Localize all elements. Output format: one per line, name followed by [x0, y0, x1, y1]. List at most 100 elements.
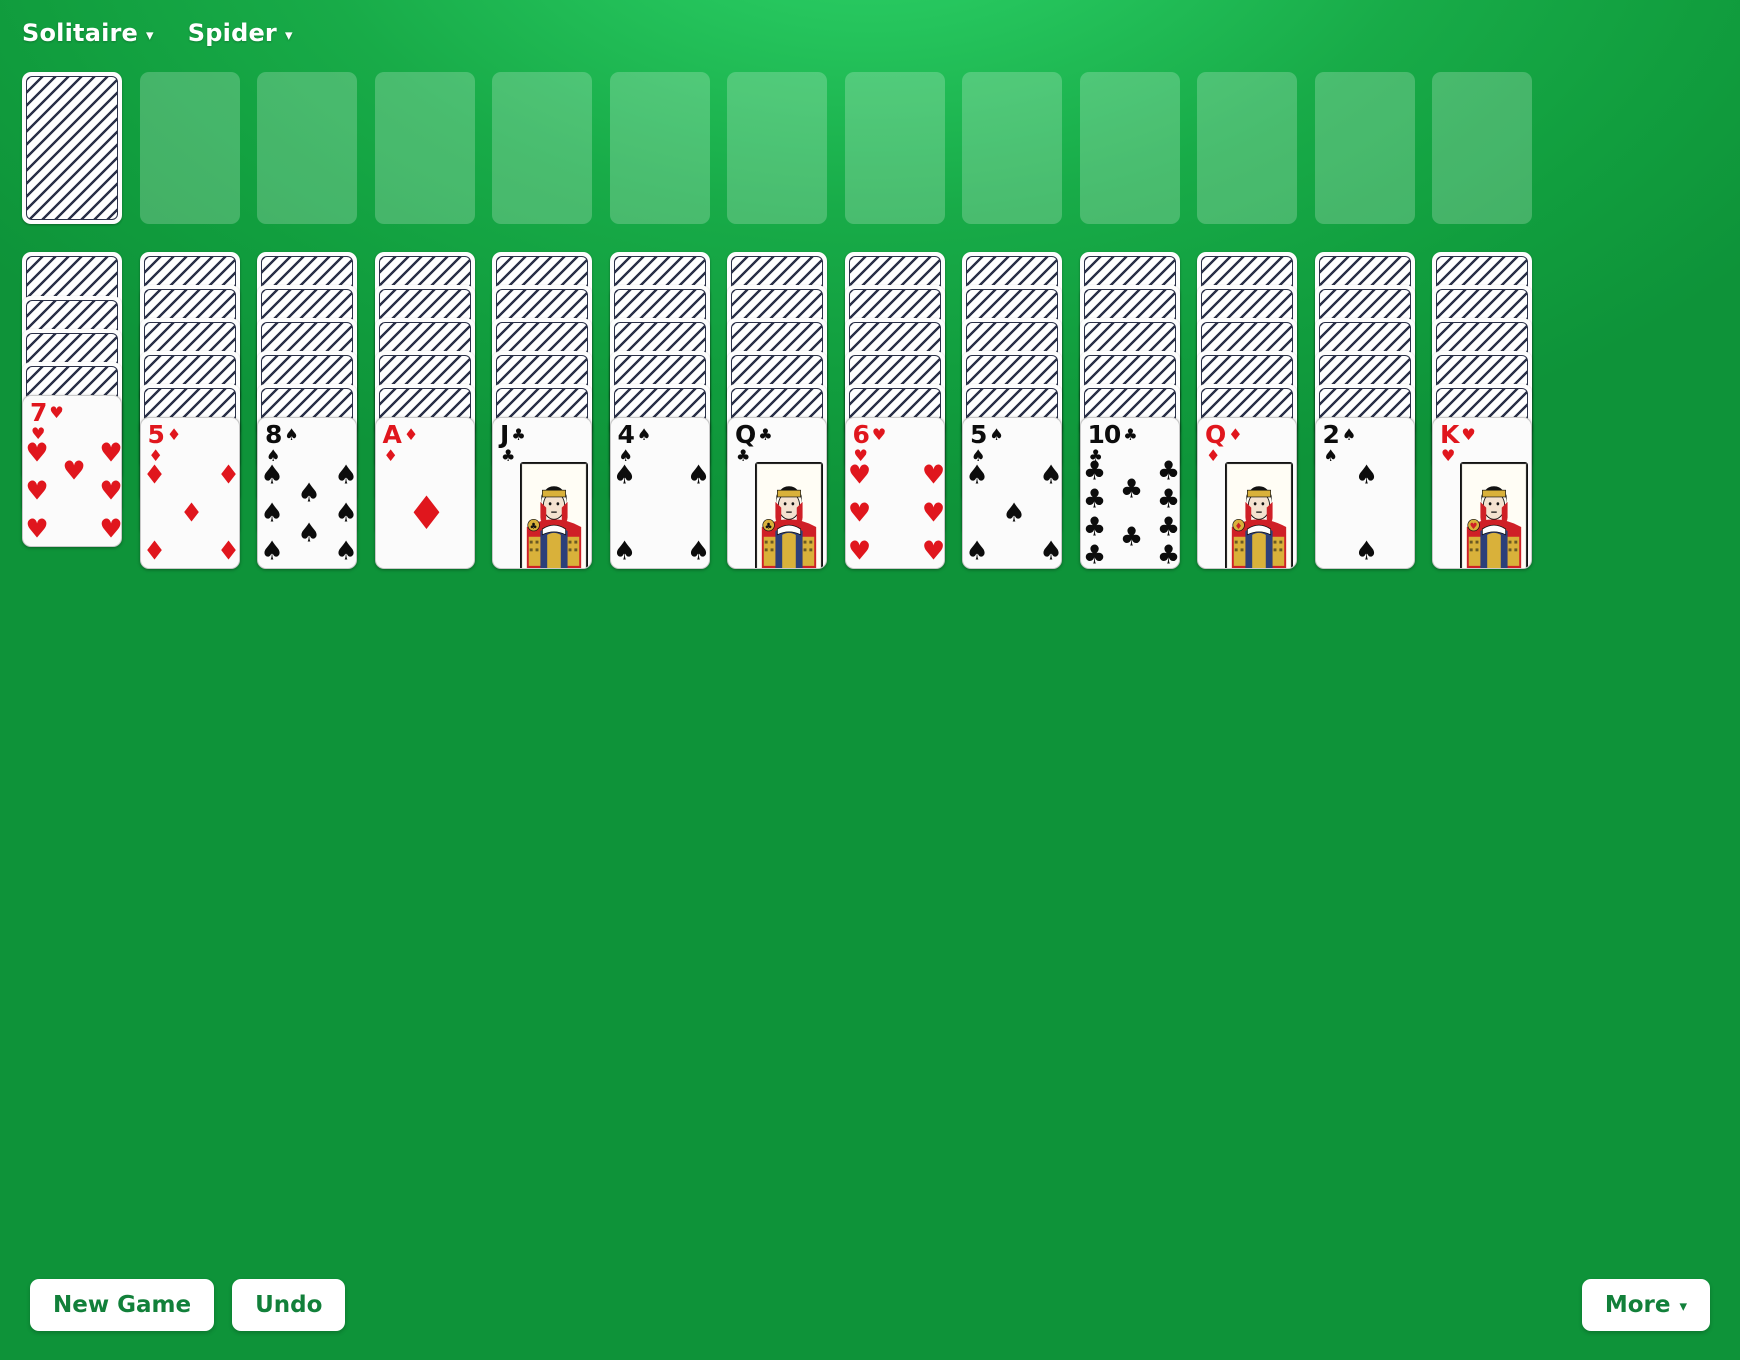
spades-pip-icon: ♠ — [1039, 536, 1062, 567]
spades-pip-icon: ♠ — [334, 459, 357, 490]
foundation-slot-4[interactable] — [492, 72, 592, 224]
hearts-pip-icon: ♥ — [921, 536, 945, 567]
card-corner-index: K ♥ ♥ — [1440, 420, 1476, 465]
diamonds-pip-icon: ♦ — [216, 459, 240, 490]
hearts-pip-icon: ♥ — [99, 476, 122, 507]
court-card-illustration: ♣ — [755, 462, 823, 568]
spades-pip-icon: ♠ — [260, 536, 284, 567]
spades-pip-icon: ♠ — [1039, 459, 1062, 490]
face-up-card[interactable]: 4 ♠ ♠ ♠ ♠ ♠ ♠ — [609, 417, 710, 569]
foundation-slot-5[interactable] — [609, 72, 710, 224]
clubs-pip-icon: ♣ — [1082, 484, 1107, 515]
spades-pip-icon: ♠ — [612, 459, 637, 490]
menu-item-spider-label: Spider — [187, 19, 277, 47]
card-pip-field: ♦ ♦ ♦ ♦ ♦ — [141, 418, 239, 568]
spades-pip-icon: ♠ — [965, 536, 989, 567]
new-game-button[interactable]: New Game — [30, 1279, 215, 1331]
spades-pip-icon: ♠ — [260, 498, 284, 529]
face-up-card[interactable]: A ♦ ♦ ♦ — [374, 417, 475, 569]
face-up-card[interactable]: 5 ♦ ♦ ♦ ♦ ♦ ♦ ♦ — [139, 417, 240, 569]
tableau-column-2[interactable]: 5 ♦ ♦ ♦ ♦ ♦ ♦ ♦ — [139, 252, 240, 602]
face-up-card[interactable]: 8 ♠ ♠ ♠ ♠ ♠ ♠ ♠ ♠ ♠ ♠ — [257, 417, 357, 569]
hearts-pip-icon: ♥ — [847, 536, 872, 567]
spades-pip-icon: ♠ — [297, 478, 321, 509]
tableau-column-9[interactable]: 5 ♠ ♠ ♠ ♠ ♠ ♠ ♠ — [962, 252, 1062, 602]
diamonds-pip-icon: ♦ — [216, 536, 240, 567]
spades-pip-icon: ♠ — [297, 518, 321, 549]
clubs-pip-icon: ♣ — [1119, 522, 1144, 553]
clubs-pip-icon: ♣ — [1156, 511, 1180, 542]
tableau-column-10[interactable]: 10 ♣ ♣ ♣ ♣ ♣ ♣ ♣ ♣ ♣ ♣ ♣ ♣ — [1079, 252, 1180, 602]
foundation-slot-9[interactable] — [1079, 72, 1180, 224]
tableau-column-13[interactable]: K ♥ ♥ ♥ — [1432, 252, 1532, 602]
card-pip-field: ♦ — [376, 418, 474, 568]
face-up-card[interactable]: 7 ♥ ♥ ♥ ♥ ♥ ♥ ♥ ♥ ♥ — [22, 395, 122, 547]
foundation-row — [22, 72, 1722, 224]
tableau-column-1[interactable]: 7 ♥ ♥ ♥ ♥ ♥ ♥ ♥ ♥ ♥ — [22, 252, 122, 580]
face-up-card[interactable]: K ♥ ♥ ♥ — [1432, 417, 1532, 569]
clubs-pip-icon: ♣ — [1082, 456, 1107, 487]
menu-item-spider[interactable]: Spider ▾ — [188, 19, 293, 47]
face-up-card[interactable]: 6 ♥ ♥ ♥ ♥ ♥ ♥ ♥ ♥ — [844, 417, 945, 569]
tableau-column-11[interactable]: Q ♦ ♦ ♦ — [1197, 252, 1297, 602]
face-up-card[interactable]: J ♣ ♣ ♣ — [492, 417, 592, 569]
menu-item-solitaire[interactable]: Solitaire ▾ — [22, 19, 154, 47]
card-rank-label: Q — [735, 420, 756, 449]
hearts-icon: ♥ — [1461, 424, 1476, 444]
card-pip-field: ♠ ♠ ♠ ♠ ♠ — [963, 418, 1061, 568]
hearts-pip-icon: ♥ — [847, 459, 872, 490]
tableau: 7 ♥ ♥ ♥ ♥ ♥ ♥ ♥ ♥ ♥ 5 ♦ ♦ ♦ ♦ ♦ ♦ ♦ 8 ♠ ♠ ♠ ♠ ♠ ♠ ♠ ♠ ♠ ♠ A ♦ ♦ ♦ J ♣ ♣ — [22, 252, 1532, 602]
face-up-card[interactable]: 5 ♠ ♠ ♠ ♠ ♠ ♠ ♠ — [962, 417, 1062, 569]
foundation-slot-12[interactable] — [1432, 72, 1532, 224]
tableau-column-5[interactable]: J ♣ ♣ ♣ — [492, 252, 592, 602]
foundation-slot-8[interactable] — [962, 72, 1062, 224]
undo-button[interactable]: Undo — [232, 1279, 346, 1331]
tableau-column-3[interactable]: 8 ♠ ♠ ♠ ♠ ♠ ♠ ♠ ♠ ♠ ♠ — [257, 252, 357, 602]
face-up-card[interactable]: 10 ♣ ♣ ♣ ♣ ♣ ♣ ♣ ♣ ♣ ♣ ♣ ♣ — [1079, 417, 1180, 569]
hearts-pip-icon: ♥ — [921, 498, 945, 529]
face-up-card[interactable]: 2 ♠ ♠ ♠ ♠ — [1314, 417, 1415, 569]
hearts-pip-icon: ♥ — [847, 498, 872, 529]
card-rank-label: K — [1440, 420, 1459, 449]
clubs-pip-icon: ♣ — [1082, 539, 1107, 569]
clubs-icon: ♣ — [501, 446, 516, 465]
foundation-slot-3[interactable] — [374, 72, 475, 224]
hearts-pip-icon: ♥ — [921, 459, 945, 490]
stock-pile[interactable] — [22, 72, 122, 224]
tableau-column-7[interactable]: Q ♣ ♣ ♣ — [727, 252, 827, 602]
diamonds-icon: ♦ — [1206, 446, 1221, 465]
more-button[interactable]: More ▾ — [1581, 1279, 1710, 1331]
foundation-slot-2[interactable] — [257, 72, 357, 224]
foundation-slot-1[interactable] — [139, 72, 240, 224]
new-game-label: New Game — [53, 1292, 192, 1318]
hearts-icon: ♥ — [1441, 446, 1456, 465]
tableau-column-4[interactable]: A ♦ ♦ ♦ — [374, 252, 475, 602]
card-rank-label: J — [500, 420, 509, 449]
face-up-card[interactable]: Q ♦ ♦ ♦ — [1197, 417, 1297, 569]
spades-pip-icon: ♠ — [1354, 459, 1379, 490]
card-pip-field: ♥ ♥ ♥ ♥ ♥ ♥ ♥ — [23, 396, 121, 546]
foundation-slot-11[interactable] — [1314, 72, 1415, 224]
diamonds-pip-icon: ♦ — [142, 459, 167, 490]
foundation-slot-7[interactable] — [844, 72, 945, 224]
svg-text:♣: ♣ — [530, 522, 538, 532]
hearts-pip-icon: ♥ — [99, 437, 122, 468]
tableau-column-6[interactable]: 4 ♠ ♠ ♠ ♠ ♠ ♠ — [609, 252, 710, 602]
tableau-column-8[interactable]: 6 ♥ ♥ ♥ ♥ ♥ ♥ ♥ ♥ — [844, 252, 945, 602]
card-corner-index: J ♣ ♣ — [500, 420, 526, 465]
card-back-pattern — [26, 76, 118, 220]
face-up-card[interactable]: Q ♣ ♣ ♣ — [727, 417, 827, 569]
diamonds-icon: ♦ — [1228, 424, 1243, 444]
clubs-pip-icon: ♣ — [1156, 456, 1180, 487]
foundation-slot-10[interactable] — [1197, 72, 1297, 224]
clubs-pip-icon: ♣ — [1082, 511, 1107, 542]
foundation-slot-6[interactable] — [727, 72, 827, 224]
more-label: More — [1604, 1292, 1671, 1318]
clubs-icon: ♣ — [511, 424, 526, 444]
chevron-down-icon: ▾ — [1679, 1296, 1687, 1315]
card-corner-index: Q ♣ ♣ — [735, 420, 773, 464]
tableau-column-12[interactable]: 2 ♠ ♠ ♠ ♠ — [1314, 252, 1415, 602]
hearts-pip-icon: ♥ — [99, 514, 122, 545]
spades-pip-icon: ♠ — [965, 459, 989, 490]
card-rank-line: J ♣ — [500, 420, 526, 449]
